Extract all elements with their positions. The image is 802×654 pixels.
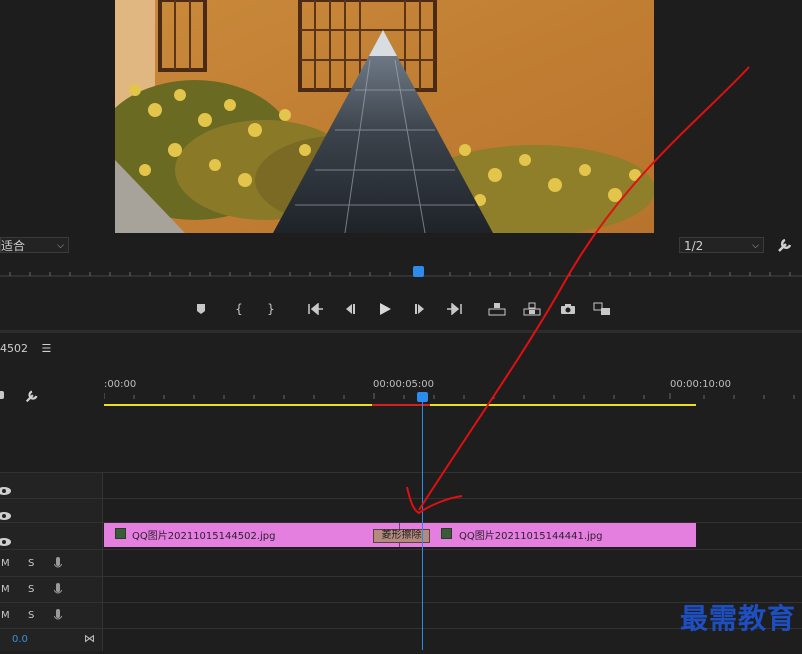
mark-out-icon[interactable]: }	[260, 298, 282, 320]
solo-button[interactable]: S	[28, 610, 34, 621]
chevron-down-icon: ⌵	[57, 241, 64, 251]
microphone-icon[interactable]	[53, 556, 63, 575]
solo-button[interactable]: S	[28, 558, 34, 569]
step-forward-icon[interactable]	[409, 298, 431, 320]
resolution-select-value: 1/2	[684, 239, 704, 253]
timecode-5s: 00:00:05:00	[373, 379, 435, 390]
solo-button[interactable]: S	[28, 584, 34, 595]
video-preview	[115, 0, 654, 233]
master-volume-value[interactable]: 0.0	[12, 634, 28, 645]
timecode-10s: 00:00:10:00	[670, 379, 732, 390]
video-track-3	[0, 472, 802, 499]
fit-select[interactable]: 适合 ⌵	[0, 237, 69, 253]
mute-button[interactable]: M	[1, 584, 10, 595]
timecode-0: :00:00	[104, 379, 137, 390]
chevron-down-icon: ⌵	[752, 241, 759, 251]
resolution-select[interactable]: 1/2 ⌵	[679, 237, 764, 253]
step-back-icon[interactable]	[339, 298, 361, 320]
image-clip-icon	[441, 528, 452, 539]
sequence-tab[interactable]: 4502 ☰	[0, 342, 51, 355]
extract-icon[interactable]	[521, 298, 543, 320]
program-monitor: 适合 ⌵ 1/2 ⌵	[0, 0, 802, 260]
lift-icon[interactable]	[486, 298, 508, 320]
go-to-in-icon[interactable]	[305, 298, 327, 320]
zoom-fit-icon[interactable]: ⋈	[84, 632, 95, 645]
compare-icon[interactable]	[591, 298, 613, 320]
mute-button[interactable]: M	[1, 610, 10, 621]
video-track-2	[0, 498, 802, 523]
transport-controls: { }	[0, 292, 802, 328]
snap-icon[interactable]	[0, 391, 4, 399]
eye-icon[interactable]	[0, 532, 14, 546]
eye-icon[interactable]	[0, 481, 14, 495]
fit-select-value: 适合	[1, 239, 26, 253]
monitor-playhead[interactable]	[413, 266, 424, 277]
sequence-name: 4502	[0, 342, 28, 355]
play-icon[interactable]	[374, 298, 396, 320]
image-clip-icon	[115, 528, 126, 539]
monitor-time-ruler[interactable]	[0, 262, 802, 280]
add-marker-icon[interactable]	[190, 298, 212, 320]
clip-1-label[interactable]: QQ图片20211015144502.jpg	[132, 527, 275, 542]
clip-2-label[interactable]: QQ图片20211015144441.jpg	[459, 527, 602, 542]
microphone-icon[interactable]	[53, 608, 63, 627]
camera-icon[interactable]	[557, 298, 579, 320]
watermark-logo: 最需教育	[679, 602, 796, 635]
mark-in-icon[interactable]: {	[228, 298, 250, 320]
timeline-ruler[interactable]	[103, 392, 802, 406]
mute-button[interactable]: M	[1, 558, 10, 569]
settings-wrench-icon[interactable]	[776, 236, 794, 254]
eye-icon[interactable]	[0, 506, 14, 520]
hamburger-menu-icon[interactable]: ☰	[42, 342, 52, 355]
microphone-icon[interactable]	[53, 582, 63, 601]
audio-track-1: M S	[0, 549, 802, 577]
timeline-settings-wrench-icon[interactable]	[24, 388, 40, 404]
timeline-playhead-line	[422, 398, 423, 650]
go-to-out-icon[interactable]	[443, 298, 465, 320]
